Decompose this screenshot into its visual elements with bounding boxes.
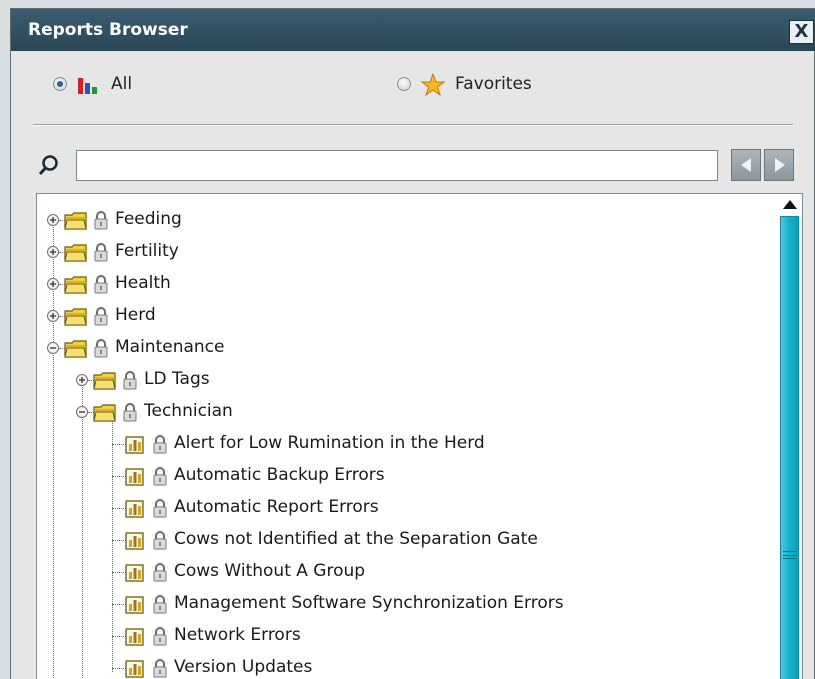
report-label[interactable]: Cows not Identified at the Separation Ga… [174, 529, 538, 549]
expand-icon[interactable] [47, 214, 59, 226]
report-icon [125, 628, 144, 646]
report-label[interactable]: Automatic Backup Errors [174, 465, 385, 485]
report-label[interactable]: Cows Without A Group [174, 561, 365, 581]
lock-icon [94, 211, 108, 230]
tree-node-label[interactable]: LD Tags [144, 369, 210, 389]
report-item[interactable]: Alert for Low Rumination in the Herd [37, 430, 757, 458]
expand-icon[interactable] [47, 310, 59, 322]
lock-icon [153, 435, 167, 454]
lock-icon [123, 403, 137, 422]
divider [33, 124, 793, 126]
search-icon [38, 155, 58, 176]
report-item[interactable]: Network Errors [37, 622, 757, 650]
report-item[interactable]: Automatic Report Errors [37, 494, 757, 522]
report-icon [125, 500, 144, 518]
previous-button[interactable] [731, 149, 761, 181]
folder-icon [64, 308, 87, 326]
favorites-radio[interactable] [397, 77, 411, 91]
lock-icon [153, 531, 167, 550]
lock-icon [153, 627, 167, 646]
report-label[interactable]: Version Updates [174, 657, 312, 677]
scrollbar-grip [783, 551, 796, 559]
folder-icon [64, 244, 87, 262]
tree-node-label[interactable]: Technician [144, 401, 233, 421]
tree-node-fertility[interactable]: Fertility [37, 238, 757, 266]
report-icon [125, 532, 144, 550]
tree-node-ld-tags[interactable]: LD Tags [37, 366, 757, 394]
arrow-right-icon [775, 158, 785, 172]
tree-node-feeding[interactable]: Feeding [37, 206, 757, 234]
report-item[interactable]: Version Updates [37, 654, 757, 679]
tree-node-label[interactable]: Fertility [115, 241, 179, 261]
reports-tree: Feeding Fertility Health Herd Maintenance LD … [36, 193, 803, 679]
close-button[interactable]: X [789, 20, 814, 44]
lock-icon [153, 563, 167, 582]
report-icon [125, 468, 144, 486]
folder-icon [64, 340, 87, 358]
tree-node-label[interactable]: Maintenance [115, 337, 224, 357]
report-item[interactable]: Automatic Backup Errors [37, 462, 757, 490]
tree-node-label[interactable]: Herd [115, 305, 156, 325]
title-bar: Reports Browser X [11, 9, 815, 51]
folder-icon [64, 276, 87, 294]
expand-icon[interactable] [47, 278, 59, 290]
lock-icon [153, 659, 167, 678]
report-label[interactable]: Automatic Report Errors [174, 497, 379, 517]
report-label[interactable]: Network Errors [174, 625, 301, 645]
lock-icon [153, 499, 167, 518]
expand-icon[interactable] [47, 246, 59, 258]
window-title: Reports Browser [28, 20, 188, 40]
lock-icon [94, 339, 108, 358]
collapse-icon[interactable] [47, 342, 59, 354]
folder-icon [93, 372, 116, 390]
tree-node-herd[interactable]: Herd [37, 302, 757, 330]
filter-radio-group: All Favorites [11, 67, 815, 107]
tree-node-label[interactable]: Feeding [115, 209, 182, 229]
report-item[interactable]: Cows Without A Group [37, 558, 757, 586]
report-icon [125, 436, 144, 454]
lock-icon [123, 371, 137, 390]
folder-icon [64, 212, 87, 230]
report-label[interactable]: Alert for Low Rumination in the Herd [174, 433, 485, 453]
star-icon [421, 73, 445, 97]
scrollbar-thumb[interactable] [780, 216, 799, 679]
report-label[interactable]: Management Software Synchronization Erro… [174, 593, 564, 613]
arrow-left-icon [741, 158, 751, 172]
collapse-icon[interactable] [76, 406, 88, 418]
tree-node-label[interactable]: Health [115, 273, 171, 293]
lock-icon [94, 243, 108, 262]
lock-icon [94, 307, 108, 326]
search-input[interactable] [76, 150, 718, 181]
report-icon [125, 564, 144, 582]
bar-chart-icon [78, 78, 97, 94]
report-item[interactable]: Cows not Identified at the Separation Ga… [37, 526, 757, 554]
next-button[interactable] [764, 149, 794, 181]
folder-icon [93, 404, 116, 422]
report-icon [125, 660, 144, 678]
all-label[interactable]: All [111, 74, 132, 94]
tree-node-maintenance[interactable]: Maintenance [37, 334, 757, 362]
report-icon [125, 596, 144, 614]
reports-browser-window: Reports Browser X All Favorites Feeding [10, 8, 815, 679]
lock-icon [94, 275, 108, 294]
lock-icon [153, 467, 167, 486]
tree-node-technician[interactable]: Technician [37, 398, 757, 426]
expand-icon[interactable] [76, 374, 88, 386]
scroll-up-arrow-icon[interactable] [781, 197, 799, 213]
tree-node-health[interactable]: Health [37, 270, 757, 298]
lock-icon [153, 595, 167, 614]
all-radio[interactable] [53, 77, 67, 91]
report-item[interactable]: Management Software Synchronization Erro… [37, 590, 757, 618]
favorites-label[interactable]: Favorites [455, 74, 532, 94]
